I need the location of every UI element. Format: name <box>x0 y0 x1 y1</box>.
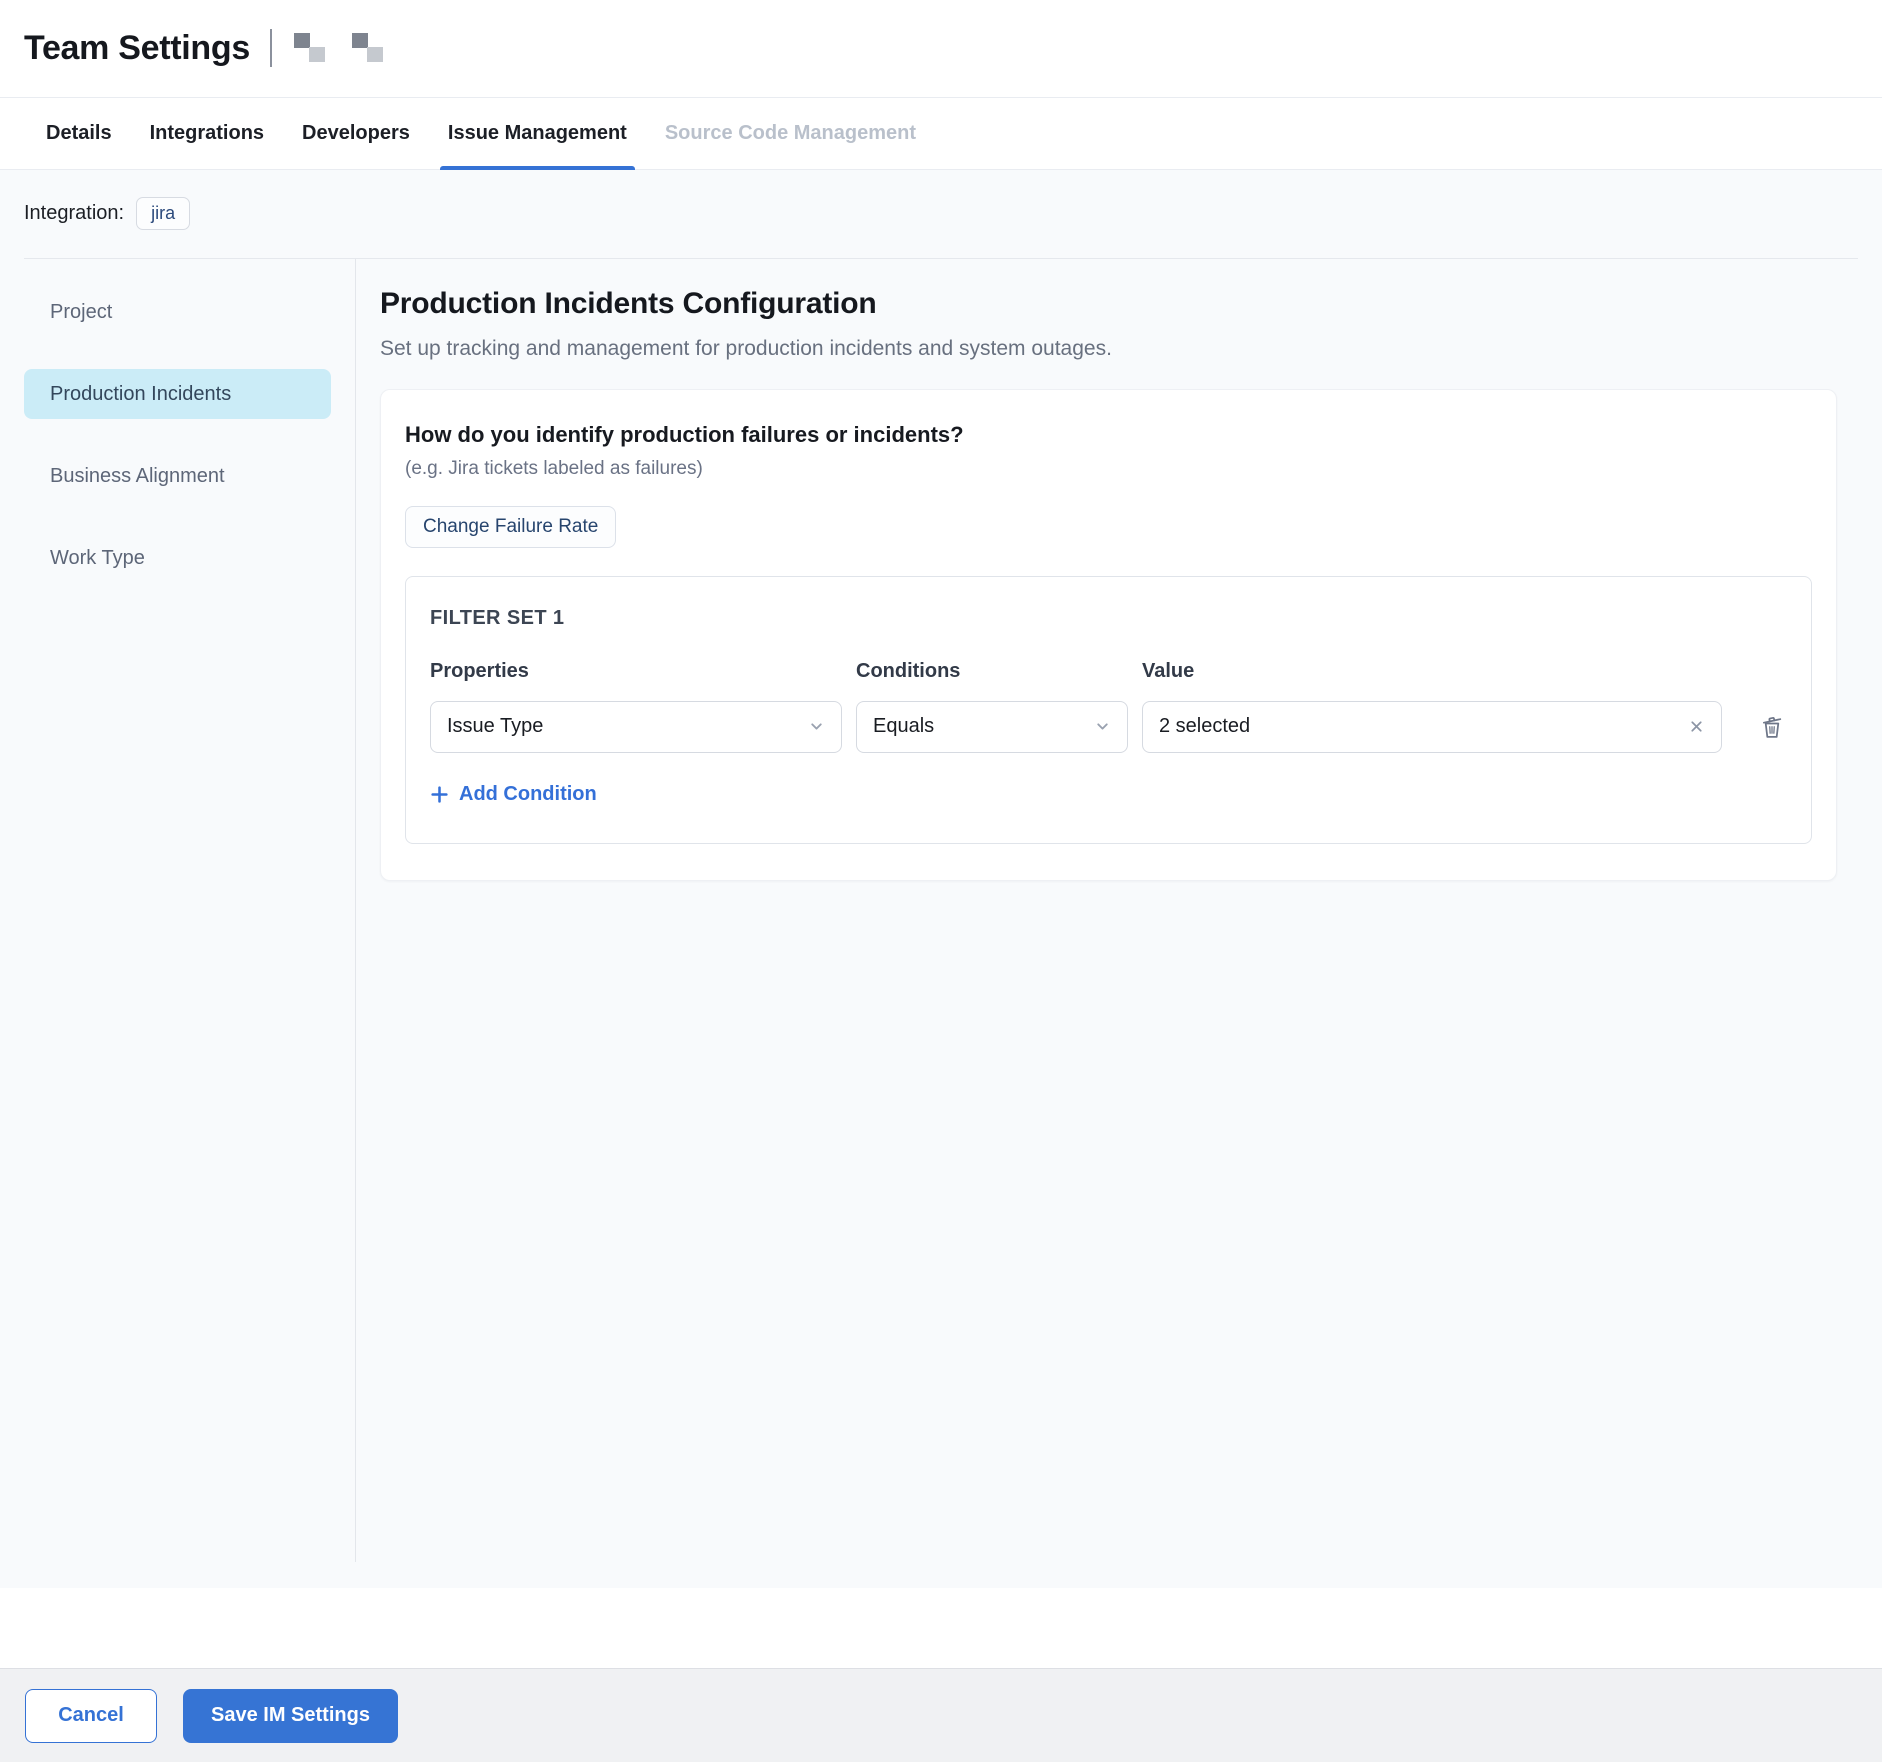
sidebar-item-project[interactable]: Project <box>24 287 331 337</box>
add-condition-label: Add Condition <box>459 783 597 806</box>
card-hint: (e.g. Jira tickets labeled as failures) <box>405 458 1812 480</box>
pixel-square-dark <box>294 33 310 48</box>
chevron-down-icon <box>1094 718 1111 735</box>
tab-developers[interactable]: Developers <box>294 98 418 169</box>
tab-source-code-management[interactable]: Source Code Management <box>657 98 924 169</box>
main-panel: Production Incidents Configuration Set u… <box>356 259 1882 1562</box>
tab-details[interactable]: Details <box>38 98 120 169</box>
save-im-settings-button[interactable]: Save IM Settings <box>183 1689 398 1743</box>
pixel-square-light <box>367 47 383 62</box>
integration-badge: jira <box>136 197 190 230</box>
content-body: Project Production Incidents Business Al… <box>0 259 1882 1562</box>
clear-x-icon[interactable] <box>1688 718 1705 735</box>
tab-bar: Details Integrations Developers Issue Ma… <box>0 98 1882 170</box>
top-bar: Team Settings <box>0 0 1882 98</box>
add-condition-button[interactable]: Add Condition <box>430 783 597 806</box>
condition-select-value: Equals <box>873 715 1094 738</box>
delete-filter-trash-icon[interactable] <box>1758 711 1786 743</box>
pixel-logo-icon <box>294 33 326 63</box>
filter-column-labels: Properties Conditions Value <box>430 660 1787 683</box>
settings-sidebar: Project Production Incidents Business Al… <box>0 259 356 1562</box>
filter-set-title: FILTER SET 1 <box>430 607 1787 630</box>
properties-column-label: Properties <box>430 660 842 683</box>
value-multiselect[interactable]: 2 selected <box>1142 701 1722 753</box>
sidebar-item-production-incidents[interactable]: Production Incidents <box>24 369 331 419</box>
sidebar-item-work-type[interactable]: Work Type <box>24 533 331 583</box>
footer-action-bar: Cancel Save IM Settings <box>0 1668 1882 1762</box>
content-section: Integration: jira Project Production Inc… <box>0 170 1882 1588</box>
cancel-button[interactable]: Cancel <box>25 1689 157 1743</box>
chevron-down-icon <box>808 718 825 735</box>
spacer <box>0 1588 1882 1668</box>
filter-condition-row: Issue Type Equals <box>430 701 1787 753</box>
pixel-square-dark <box>352 33 368 48</box>
tab-integrations[interactable]: Integrations <box>142 98 272 169</box>
plus-icon <box>430 785 449 804</box>
section-subtitle: Set up tracking and management for produ… <box>380 337 1837 361</box>
sidebar-item-business-alignment[interactable]: Business Alignment <box>24 451 331 501</box>
title-separator <box>270 29 272 67</box>
incidents-config-card: How do you identify production failures … <box>380 389 1837 881</box>
pixel-square-light <box>309 47 325 62</box>
page-title: Team Settings <box>24 29 250 68</box>
value-column-label: Value <box>1142 660 1722 683</box>
filter-set-box: FILTER SET 1 Properties Conditions Value… <box>405 576 1812 844</box>
pixel-logo-icon <box>352 33 384 63</box>
section-title: Production Incidents Configuration <box>380 287 1837 321</box>
tab-issue-management[interactable]: Issue Management <box>440 98 635 169</box>
value-multiselect-value: 2 selected <box>1159 715 1678 738</box>
card-question: How do you identify production failures … <box>405 422 1812 448</box>
condition-select[interactable]: Equals <box>856 701 1128 753</box>
property-select[interactable]: Issue Type <box>430 701 842 753</box>
conditions-column-label: Conditions <box>856 660 1128 683</box>
change-failure-rate-chip[interactable]: Change Failure Rate <box>405 506 616 548</box>
integration-label: Integration: <box>24 202 124 225</box>
team-settings-page: Team Settings Details Integrations Devel… <box>0 0 1882 1762</box>
property-select-value: Issue Type <box>447 715 808 738</box>
integration-row: Integration: jira <box>0 170 1882 258</box>
